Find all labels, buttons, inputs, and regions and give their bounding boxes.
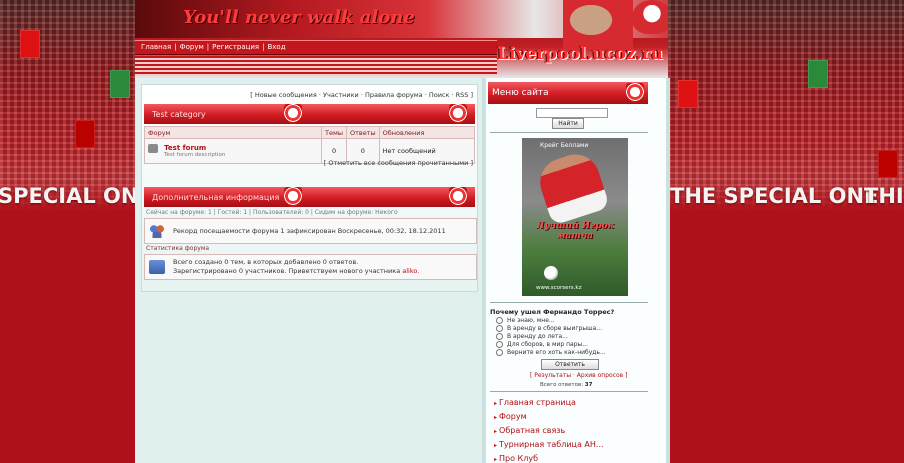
poll-total-value: 37 [584,382,593,388]
player-image [533,148,611,226]
crest-icon [626,83,644,103]
stats-label: Статистика форума [146,245,210,252]
poster-player-name: Крейг Беллами [540,142,589,149]
sidebar-item-feedback[interactable]: ▸ Обратная связь [494,426,565,435]
stats-box: Всего создано 0 тем, в которых добавлено… [144,254,477,280]
right-side-slogan-tail: THIS [864,184,904,208]
poster-caption: Лучший Игрок матча [536,221,614,241]
sidebar-menu-header: Меню сайта [488,82,648,104]
record-line: Рекорд посещаемости форума 1 зафиксирова… [173,227,446,235]
online-summary: Сейчас на форуме: 1 | Гостей: 1 | Пользо… [146,209,398,216]
header-player-image [563,0,633,50]
divider [490,302,648,303]
poll-total: Всего ответов: 37 [540,382,593,388]
poll-links[interactable]: [ Результаты · Архив опросов ] [530,372,627,379]
search-button[interactable]: Найти [552,118,584,129]
col-header-updates: Обновления [378,126,476,139]
poll-option[interactable]: В аренду до лета... [496,333,568,340]
site-header: You'll never walk alone Главная | Форум | Ре… [135,0,668,78]
divider [490,391,648,392]
left-crowd-banner: SPECIAL ONE [0,0,135,210]
forum-top-links[interactable]: [ Новые сообщения · Участники · Правила … [250,91,473,99]
stats-line-1: Всего создано 0 тем, в которых добавлено… [173,258,359,266]
sidebar: Меню сайта Найти Крейг Беллами Лучший Иг… [482,78,670,463]
radio-icon[interactable] [496,317,503,324]
header-slogan: You'll never walk alone [183,7,415,28]
nav-login-link[interactable]: Вход [267,43,285,51]
sidebar-item-forum[interactable]: ▸ Форум [494,412,527,421]
stats-line-2: Зарегистрировано 0 участников. Приветств… [173,267,403,275]
poll-option[interactable]: В аренду в сборе выигрыша... [496,325,602,332]
site-logo-text[interactable]: Liverpool.ucoz.ru [497,44,663,64]
crest-icon [449,104,467,124]
crest-icon [284,187,302,207]
poster-url: www.scorsers.kz [536,285,582,291]
radio-icon[interactable] [496,349,503,356]
forum-column: [ Новые сообщения · Участники · Правила … [141,84,478,292]
col-header-replies: Ответы [346,126,380,139]
search-input[interactable] [536,108,608,118]
radio-icon[interactable] [496,325,503,332]
arrow-right-icon: ▸ [494,414,498,421]
right-side-slogan: THE SPECIAL ONE [670,184,879,208]
record-box: Рекорд посещаемости форума 1 зафиксирова… [144,218,477,244]
nav-home-link[interactable]: Главная [141,43,171,51]
new-member-link[interactable]: aliko. [402,267,419,275]
player-of-match-banner[interactable]: Крейг Беллами Лучший Игрок матча www.sco… [522,138,628,296]
content-area: [ Новые сообщения · Участники · Правила … [135,78,670,463]
radio-icon[interactable] [496,341,503,348]
nav-register-link[interactable]: Регистрация [212,43,259,51]
forum-name-link[interactable]: Test forum [164,144,225,152]
poll-question: Почему ушел Фернандо Торрес? [490,308,615,316]
radio-icon[interactable] [496,333,503,340]
forum-description: Test forum description [164,152,226,158]
category-header: Test category [144,104,475,124]
category-title[interactable]: Test category [152,110,206,119]
stats-icon [149,260,165,274]
poll-option[interactable]: Не знаю, мне... [496,317,555,324]
info-header: Дополнительная информация [144,187,475,207]
top-navbar: Главная | Форум | Регистрация | Вход [135,40,497,55]
users-icon [149,224,165,238]
poll-option[interactable]: Для сборов, в мир пары... [496,341,588,348]
col-header-forum: Форум [144,126,322,139]
sidebar-item-club[interactable]: ▸ Про Клуб [494,454,538,463]
lfc-crest-icon [632,0,668,34]
crest-icon [284,104,302,124]
mark-read-link[interactable]: [ Отметить все сообщения прочитанными ] [324,159,473,167]
football-icon [544,266,558,280]
divider [490,132,648,133]
poll-vote-button[interactable]: Ответить [541,359,599,370]
sidebar-menu-title: Меню сайта [492,88,549,98]
info-title: Дополнительная информация [152,193,280,202]
sidebar-item-home[interactable]: ▸ Главная страница [494,398,576,407]
nav-forum-link[interactable]: Форум [180,43,204,51]
header-stripes [135,56,497,76]
arrow-right-icon: ▸ [494,456,498,463]
poll-option[interactable]: Верните его хоть как-нибудь... [496,349,606,356]
left-side-slogan: SPECIAL ONE [0,184,135,208]
arrow-right-icon: ▸ [494,400,498,407]
arrow-right-icon: ▸ [494,442,498,449]
col-header-topics: Темы [320,126,348,139]
right-crowd-banner: THE SPECIAL ONE THIS [668,0,904,210]
sidebar-item-table[interactable]: ▸ Турнирная таблица АН... [494,440,604,449]
forum-folder-icon [148,144,158,153]
crest-icon [449,187,467,207]
arrow-right-icon: ▸ [494,428,498,435]
